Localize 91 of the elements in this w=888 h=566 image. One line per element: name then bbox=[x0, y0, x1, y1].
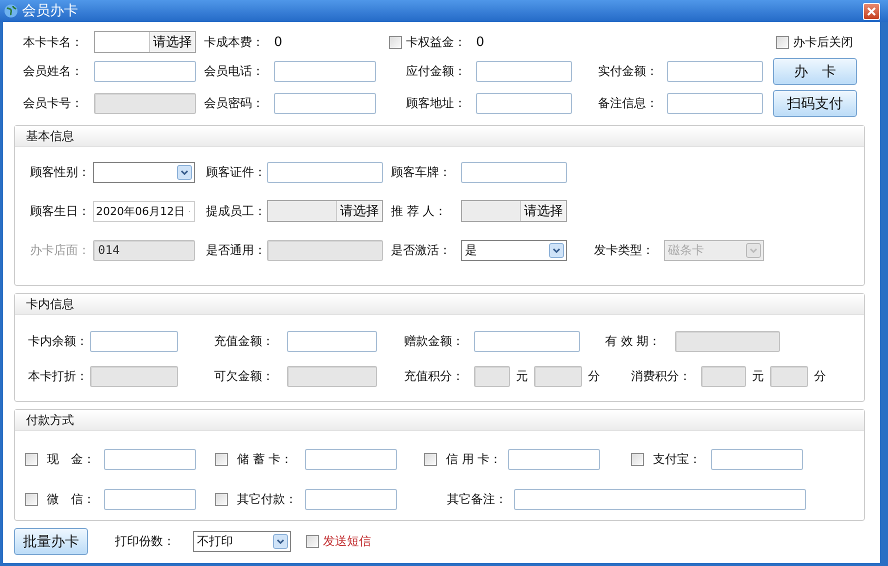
window-title: 会员办卡 bbox=[22, 2, 79, 20]
field-label: 卡权益金： bbox=[406, 34, 467, 50]
field-label: 卡成本费： bbox=[204, 34, 265, 50]
close-icon bbox=[867, 6, 876, 16]
choose-button[interactable]: 请选择 bbox=[149, 32, 195, 52]
date-picker[interactable]: 2020年06月12日 bbox=[93, 200, 195, 222]
checkbox[interactable] bbox=[215, 492, 228, 506]
field-label: 顾客生日： bbox=[30, 202, 91, 220]
picker-field[interactable]: 请选择 bbox=[94, 31, 196, 53]
unit-label: 元 bbox=[752, 368, 764, 384]
field-label: 是否通用： bbox=[206, 242, 267, 258]
field-label: 其它备注： bbox=[447, 490, 508, 508]
field-label: 本卡卡名： bbox=[23, 34, 84, 50]
field-label: 顾客证件： bbox=[206, 164, 267, 180]
field-label: 顾客车牌： bbox=[391, 164, 452, 180]
text-input[interactable] bbox=[476, 61, 572, 82]
text-input[interactable] bbox=[94, 61, 196, 82]
field-label: 备注信息： bbox=[598, 95, 659, 112]
field-label: 发卡类型： bbox=[594, 242, 655, 258]
field-label: 有 效 期： bbox=[605, 332, 662, 350]
field-label: 信 用 卡： bbox=[446, 450, 503, 468]
text-input[interactable] bbox=[287, 330, 377, 352]
field-label: 会员电话： bbox=[204, 63, 265, 80]
checkbox[interactable] bbox=[25, 452, 38, 466]
dropdown[interactable]: 是 bbox=[461, 240, 567, 260]
field-label: 应付金额： bbox=[406, 63, 467, 80]
amount-input[interactable] bbox=[305, 488, 397, 510]
action-button[interactable]: 扫码支付 bbox=[773, 90, 857, 117]
field-label: 充值积分： bbox=[404, 368, 465, 384]
field-label: 现 金： bbox=[47, 450, 96, 468]
amount-input[interactable] bbox=[305, 448, 397, 470]
checkbox[interactable] bbox=[389, 36, 402, 48]
field-label: 会员姓名： bbox=[23, 63, 84, 80]
amount-input[interactable] bbox=[508, 448, 600, 470]
action-button[interactable]: 办 卡 bbox=[773, 58, 857, 85]
amount-input[interactable] bbox=[711, 448, 803, 470]
group-title: 付款方式 bbox=[26, 412, 74, 428]
amount-input[interactable] bbox=[104, 448, 196, 470]
checkbox-label: 发送短信 bbox=[323, 533, 371, 550]
field-label: 可欠金额： bbox=[214, 368, 275, 384]
checkbox[interactable] bbox=[424, 452, 437, 466]
unit-label: 元 bbox=[516, 368, 528, 384]
field-label: 微 信： bbox=[47, 490, 96, 508]
amount-input[interactable] bbox=[104, 488, 196, 510]
field-label: 是否激活： bbox=[391, 242, 452, 258]
text-input[interactable] bbox=[474, 330, 580, 352]
text-input[interactable] bbox=[667, 93, 763, 114]
field-value: 0 bbox=[476, 34, 484, 50]
batch-button[interactable]: 批量办卡 bbox=[14, 528, 88, 555]
field-label: 支付宝： bbox=[653, 450, 702, 468]
field-value: 0 bbox=[274, 34, 284, 50]
text-input[interactable] bbox=[274, 93, 376, 114]
field-label: 消费积分： bbox=[631, 368, 692, 384]
field-label: 赠款金额： bbox=[404, 332, 465, 350]
text-input[interactable] bbox=[476, 93, 572, 114]
text-input[interactable] bbox=[274, 61, 376, 82]
field-label: 提成员工： bbox=[206, 202, 267, 220]
dropdown[interactable]: 不打印 bbox=[193, 531, 291, 552]
field-label: 储 蓄 卡： bbox=[237, 450, 294, 468]
text-input[interactable] bbox=[770, 366, 808, 386]
note-input[interactable] bbox=[514, 488, 806, 510]
text-input[interactable] bbox=[461, 162, 567, 182]
dropdown[interactable] bbox=[93, 162, 195, 182]
checkbox-label: 办卡后关闭 bbox=[793, 34, 853, 50]
checkbox[interactable] bbox=[215, 452, 228, 466]
field-label: 办卡店面： bbox=[30, 242, 91, 258]
globe-icon bbox=[4, 4, 18, 18]
checkbox[interactable] bbox=[306, 535, 319, 548]
field-label: 卡内余额： bbox=[28, 332, 89, 350]
close-button[interactable] bbox=[863, 2, 880, 20]
unit-label: 分 bbox=[588, 368, 600, 384]
field-label: 打印份数： bbox=[115, 533, 176, 550]
field-label: 顾客地址： bbox=[406, 95, 467, 112]
field-label: 会员密码： bbox=[204, 95, 265, 112]
checkbox[interactable] bbox=[25, 492, 38, 506]
checkbox[interactable] bbox=[776, 36, 789, 48]
field-label: 实付金额： bbox=[598, 63, 659, 80]
field-label: 会员卡号： bbox=[23, 95, 84, 112]
field-label: 其它付款： bbox=[237, 490, 298, 508]
text-input[interactable] bbox=[267, 162, 383, 182]
group-title: 卡内信息 bbox=[26, 296, 74, 312]
field-label: 充值金额： bbox=[214, 332, 275, 350]
unit-label: 分 bbox=[814, 368, 826, 384]
field-label: 顾客性别： bbox=[30, 164, 91, 180]
field-label: 本卡打折： bbox=[28, 368, 89, 384]
text-input[interactable] bbox=[534, 366, 582, 386]
field-label: 推 荐 人： bbox=[391, 202, 448, 220]
text-input[interactable] bbox=[667, 61, 763, 82]
text-input[interactable] bbox=[90, 330, 178, 352]
group-title: 基本信息 bbox=[26, 128, 74, 144]
checkbox[interactable] bbox=[631, 452, 644, 466]
